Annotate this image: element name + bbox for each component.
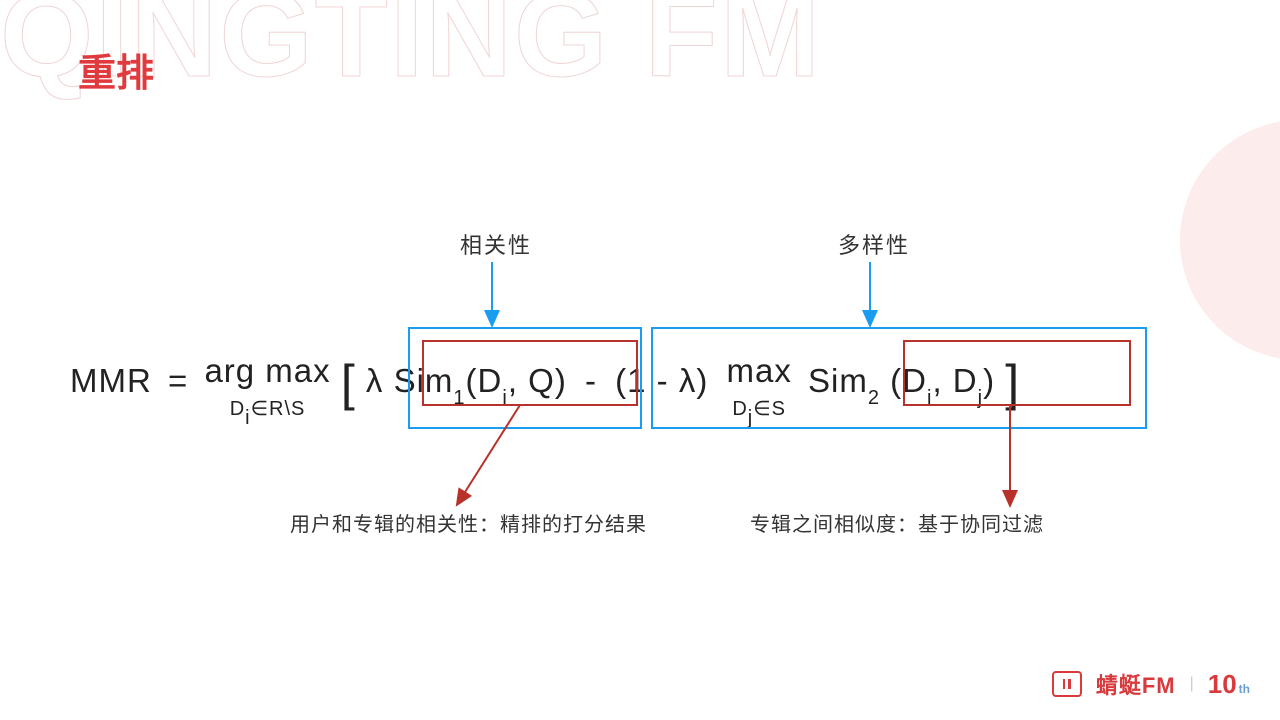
red-box-sim1: [422, 340, 638, 406]
slide-title: 重排: [78, 42, 154, 97]
footer-separator: |: [1190, 675, 1194, 693]
formula-argmax-top: arg max: [204, 352, 330, 389]
formula-lambda: λ: [366, 362, 384, 399]
label-relevance: 相关性: [460, 228, 532, 260]
radio-icon: [1052, 671, 1082, 697]
label-diversity: 多样性: [838, 228, 910, 260]
brand-text: 蜻蜓FM: [1096, 668, 1176, 700]
formula-mmr: MMR: [70, 362, 152, 399]
red-box-sim2: [903, 340, 1131, 406]
formula-eq: =: [168, 362, 188, 399]
footer: 蜻蜓FM | 10th: [1052, 668, 1250, 700]
formula-argmax: arg max Di∈R\S: [204, 354, 330, 424]
formula-lbracket: [: [341, 355, 356, 411]
desc-left: 用户和专辑的相关性：精排的打分结果: [290, 508, 647, 537]
anniversary-logo: 10th: [1208, 669, 1250, 700]
decorative-circle: [1180, 120, 1280, 360]
formula-argmax-bot: Di∈R\S: [230, 398, 306, 420]
desc-right: 专辑之间相似度：基于协同过滤: [750, 508, 1044, 537]
